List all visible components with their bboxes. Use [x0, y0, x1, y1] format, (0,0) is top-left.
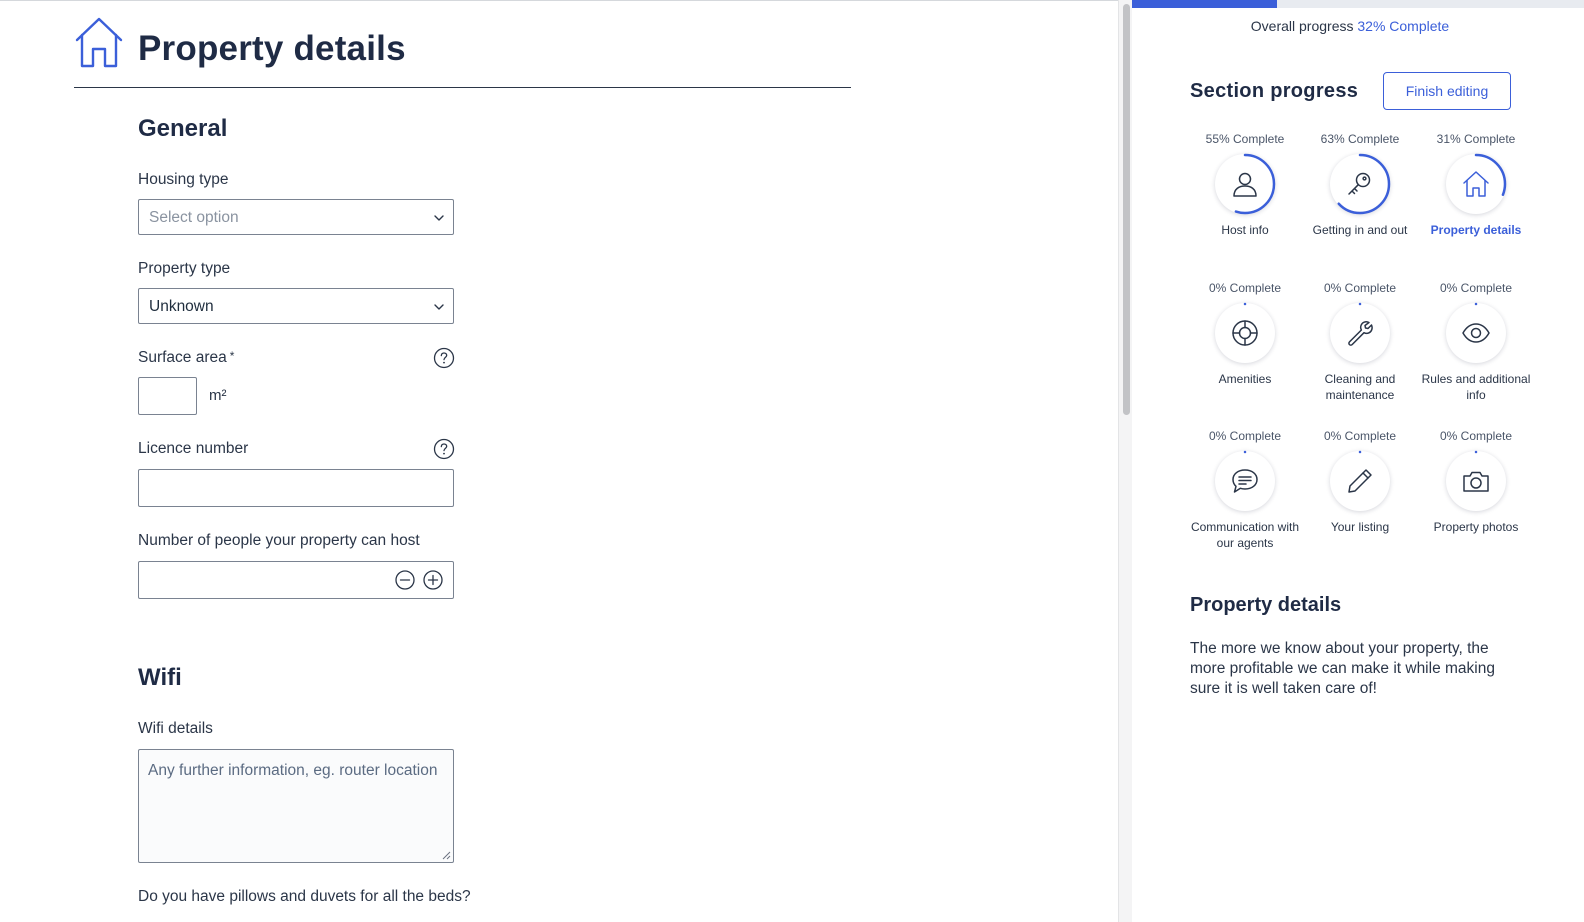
eye-icon: [1462, 323, 1490, 343]
section-label: Property details: [1430, 223, 1522, 237]
general-section-title: General: [138, 115, 228, 142]
overall-progress-bar: [1132, 0, 1584, 8]
section-percent: 0% Complete: [1439, 281, 1513, 295]
section-label: Cleaning and maintenance: [1324, 372, 1396, 402]
finish-editing-button[interactable]: Finish editing: [1383, 72, 1511, 110]
section-percent: 0% Complete: [1323, 281, 1397, 295]
section-percent: 31% Complete: [1436, 132, 1516, 146]
section-label: Amenities: [1218, 372, 1272, 386]
house-icon: [1463, 171, 1489, 197]
section-progress-ring: [1328, 152, 1392, 216]
section-percent: 0% Complete: [1323, 429, 1397, 443]
section-percent: 0% Complete: [1439, 429, 1513, 443]
surface-area-label: Surface area *: [138, 349, 234, 367]
section-card-cleaning-and-maintenance[interactable]: 0% Complete Cleaning and maintenance: [1305, 281, 1415, 403]
minus-circle-icon[interactable]: [395, 570, 415, 590]
housing-type-label: Housing type: [138, 171, 229, 188]
section-label: Your listing: [1330, 520, 1390, 534]
section-card-getting-in-and-out[interactable]: 63% Complete Getting in and out: [1305, 132, 1415, 238]
section-progress-title: Section progress: [1190, 80, 1359, 102]
section-label: Property photos: [1433, 520, 1519, 534]
section-label: Host info: [1221, 223, 1269, 237]
wifi-details-label: Wifi details: [138, 720, 213, 737]
section-label: Communication with our agents: [1190, 520, 1300, 550]
section-card-communication-with-our-agents[interactable]: 0% Complete Communication with our agents: [1190, 429, 1300, 551]
pencil-icon: [1348, 469, 1372, 493]
help-icon[interactable]: [433, 347, 455, 369]
surface-area-input[interactable]: [138, 377, 197, 415]
help-icon[interactable]: [433, 438, 455, 460]
scrollbar-thumb[interactable]: [1123, 4, 1130, 415]
chevron-down-icon: [434, 304, 444, 310]
overall-progress-text: Overall progress 32% Complete: [1132, 18, 1568, 34]
overall-progress-fill: [1132, 0, 1277, 8]
chat-bubble-icon: [1232, 469, 1258, 493]
licence-number-input[interactable]: [138, 469, 454, 507]
property-type-select[interactable]: Unknown: [138, 288, 454, 324]
section-progress-ring: [1444, 301, 1508, 365]
property-details-info-title: Property details: [1190, 594, 1342, 616]
house-icon: [75, 17, 123, 68]
required-mark: *: [229, 349, 235, 363]
people-host-label: Number of people your property can host: [138, 532, 420, 549]
licence-number-label: Licence number: [138, 440, 249, 457]
section-card-property-photos[interactable]: 0% Complete Property photos: [1421, 429, 1531, 535]
section-card-your-listing[interactable]: 0% Complete Your listing: [1305, 429, 1415, 535]
key-icon: [1348, 172, 1371, 195]
progress-panel: Overall progress 32% Complete Section pr…: [1132, 0, 1584, 922]
section-percent: 0% Complete: [1208, 429, 1282, 443]
wifi-details-placeholder: Any further information, eg. router loca…: [148, 762, 438, 779]
page-header: Property details: [74, 13, 851, 88]
section-card-amenities[interactable]: 0% Complete Amenities: [1190, 281, 1300, 387]
person-icon: [1233, 172, 1257, 197]
section-label: Getting in and out: [1312, 223, 1408, 237]
property-details-info-text: The more we know about your property, th…: [1190, 640, 1495, 697]
section-percent: 55% Complete: [1205, 132, 1285, 146]
section-progress-ring: [1213, 152, 1277, 216]
section-card-host-info[interactable]: 55% Complete Host info: [1190, 132, 1300, 238]
surface-area-unit: m²: [209, 387, 227, 404]
property-type-value: Unknown: [149, 298, 214, 315]
section-progress-ring: [1213, 301, 1277, 365]
section-card-property-details[interactable]: 31% Complete Property details: [1421, 132, 1531, 238]
surface-area-label-text: Surface area: [138, 349, 227, 366]
main-form-area: Property details General Housing type Se…: [0, 0, 1118, 922]
overall-progress-label: Overall progress: [1250, 18, 1354, 34]
section-label: Rules and additional info: [1421, 372, 1531, 402]
wifi-section-title: Wifi: [138, 664, 182, 691]
property-type-label: Property type: [138, 260, 231, 277]
section-progress-ring: [1328, 449, 1392, 513]
section-progress-ring: [1213, 449, 1277, 513]
resize-grip-icon[interactable]: [442, 851, 451, 860]
wifi-details-textarea[interactable]: Any further information, eg. router loca…: [138, 749, 454, 863]
housing-type-select[interactable]: Select option: [138, 199, 454, 235]
housing-type-placeholder: Select option: [149, 209, 239, 226]
wrench-icon: [1348, 321, 1373, 346]
lifebuoy-icon: [1232, 320, 1258, 346]
section-percent: 63% Complete: [1320, 132, 1400, 146]
section-progress-ring: [1444, 152, 1508, 216]
page-title: Property details: [138, 29, 406, 68]
pillows-question-label: Do you have pillows and duvets for all t…: [138, 888, 471, 905]
section-card-rules-and-additional-info[interactable]: 0% Complete Rules and additional info: [1421, 281, 1531, 403]
chevron-down-icon: [434, 215, 444, 221]
section-progress-ring: [1444, 449, 1508, 513]
camera-icon: [1463, 471, 1489, 492]
plus-circle-icon[interactable]: [423, 570, 443, 590]
section-progress-ring: [1328, 301, 1392, 365]
main-scrollbar[interactable]: [1118, 0, 1132, 922]
overall-progress-percent: 32% Complete: [1357, 18, 1450, 34]
section-percent: 0% Complete: [1208, 281, 1282, 295]
